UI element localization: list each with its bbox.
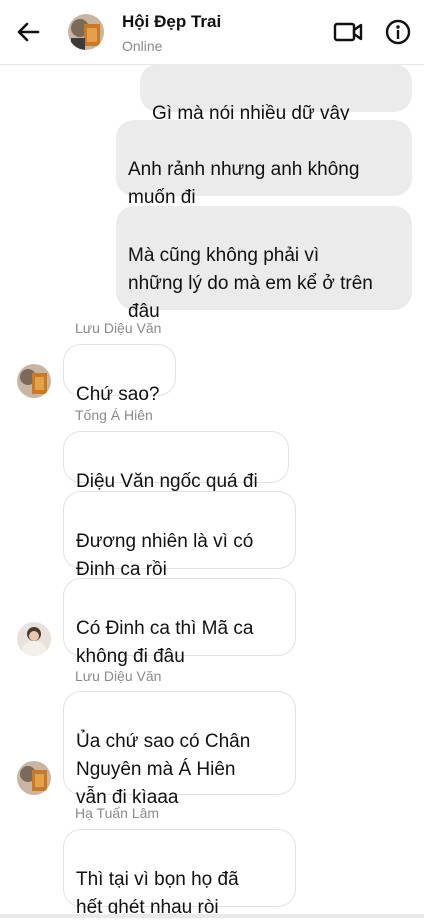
avatar[interactable] xyxy=(17,622,51,656)
message-text: Anh rảnh nhưng anh không muốn đi xyxy=(128,159,360,208)
message-bubble-incoming[interactable]: Thì tại vì bọn họ đã hết ghét nhau ròi xyxy=(63,829,296,918)
video-call-icon[interactable] xyxy=(333,19,363,45)
message-bubble-incoming[interactable]: Chứ sao? xyxy=(63,344,176,405)
chat-header: Hội Đẹp Trai Online xyxy=(0,0,424,65)
message-text: Thì tại vì bọn họ đã hết ghét nhau ròi xyxy=(76,869,239,918)
avatar[interactable] xyxy=(17,364,51,398)
message-bubble-incoming[interactable]: Có Đinh ca thì Mã ca không đi đâu xyxy=(63,578,296,667)
sender-name: Lưu Diệu Văn xyxy=(75,668,162,684)
message-bubble-incoming[interactable]: Đương nhiên là vì có Đinh ca rồi xyxy=(63,491,296,580)
group-avatar[interactable] xyxy=(68,14,104,50)
message-text: Chứ sao? xyxy=(76,384,160,405)
message-bubble-incoming[interactable]: Diệu Văn ngốc quá đi xyxy=(63,431,289,492)
message-bubble-outgoing[interactable]: Gì mà nói nhiều dữ vậy xyxy=(140,64,412,151)
avatar[interactable] xyxy=(17,761,51,795)
message-text: Có Đinh ca thì Mã ca không đi đâu xyxy=(76,618,254,667)
message-bubble-incoming[interactable]: Ủa chứ sao có Chân Nguyên mà Á Hiên vẫn … xyxy=(63,691,296,808)
message-text: Diệu Văn ngốc quá đi xyxy=(76,471,258,492)
divider xyxy=(0,914,424,918)
message-text: Mà cũng không phải vì những lý do mà em … xyxy=(128,245,373,322)
online-status: Online xyxy=(122,38,163,54)
info-icon[interactable] xyxy=(385,19,411,45)
message-text: Ủa chứ sao có Chân Nguyên mà Á Hiên vẫn … xyxy=(76,731,251,808)
message-bubble-outgoing[interactable]: Mà cũng không phải vì những lý do mà em … xyxy=(116,206,412,322)
message-text: Đương nhiên là vì có Đinh ca rồi xyxy=(76,531,254,580)
chat-title[interactable]: Hội Đẹp Trai xyxy=(122,12,221,32)
arrow-left-icon[interactable] xyxy=(14,18,42,46)
message-bubble-outgoing[interactable]: Anh rảnh nhưng anh không muốn đi xyxy=(116,120,412,208)
sender-name: Tống Á Hiên xyxy=(75,407,153,423)
sender-name: Lưu Diệu Văn xyxy=(75,320,162,336)
sender-name: Hạ Tuấn Lâm xyxy=(75,805,160,821)
